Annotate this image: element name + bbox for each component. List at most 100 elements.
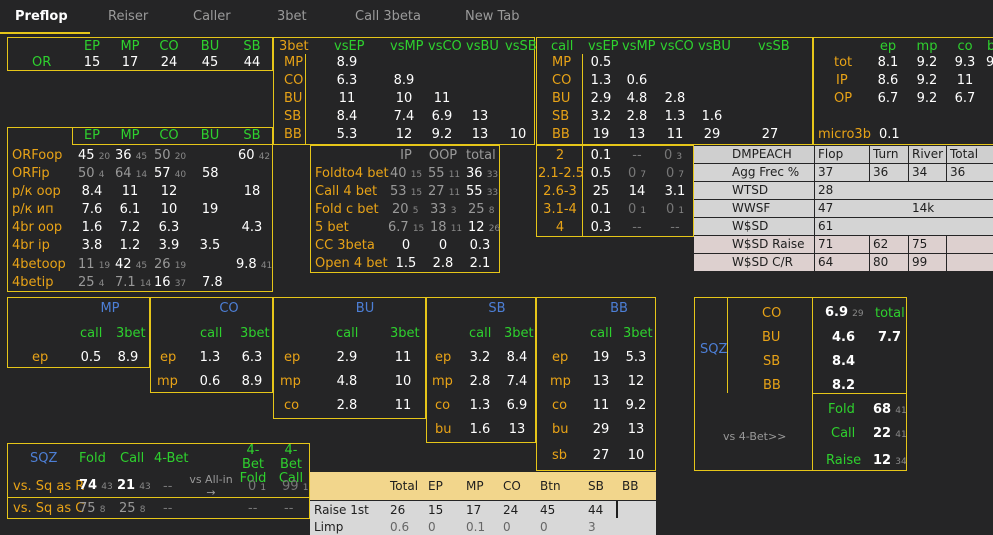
orfoop-cell: 1.6 <box>81 220 103 235</box>
tab-preflop[interactable]: Preflop <box>15 0 68 34</box>
threebet-header-vsmp: vsMP <box>390 39 424 54</box>
tab-new-tab[interactable]: New Tab <box>465 0 520 34</box>
threebet-cell: 6.9 <box>431 109 453 124</box>
sqz-total-value: 7.7 <box>878 330 902 345</box>
dmpeach-row-label: Agg Frec % <box>694 164 814 181</box>
pos-row-label: mp <box>550 374 571 389</box>
orfoop-row-label: ORFoop <box>12 148 63 163</box>
pos-cell: 1.6 <box>469 422 491 437</box>
sizing-sample: 3 <box>676 152 683 162</box>
dmpeach-cell: 61 <box>815 218 993 235</box>
sqz2-cell: -- <box>284 501 294 516</box>
sqz-call-sample: 41 <box>895 430 907 440</box>
sqz-row-label: BU <box>762 330 781 345</box>
threebet-cell: 8.9 <box>336 55 358 70</box>
tot-cell: 11 <box>956 73 974 88</box>
call-header-label: call <box>551 39 574 54</box>
pos-row-label: ep <box>552 350 569 365</box>
tab-caller[interactable]: Caller <box>193 0 231 34</box>
pos-cell: 2.9 <box>336 350 358 365</box>
pos-cell: 4.8 <box>336 374 358 389</box>
orfoop-sample: 14 <box>139 279 152 289</box>
tot-row-label: OP <box>834 91 853 106</box>
tot-header-co: co <box>957 39 973 54</box>
orfoop-cell: 3.5 <box>199 238 221 253</box>
fold4-row-label: Call 4 bet <box>315 184 378 199</box>
pos-cell: 8.4 <box>506 350 528 365</box>
micro3b-label: micro3b <box>818 127 871 142</box>
orfoop-header: MP <box>120 128 140 143</box>
orfoop-row-label: ORFip <box>12 166 50 181</box>
sizing-label: 3.1-4 <box>543 202 577 217</box>
pos-cell: 12 <box>627 374 645 389</box>
fold4-cell: 27 <box>428 184 445 199</box>
sizing-cell: 0 <box>628 202 637 217</box>
sqz2-cell: -- <box>163 501 173 516</box>
pos-cell: 1.3 <box>469 398 491 413</box>
tot-cell: 8.6 <box>877 73 899 88</box>
fold4-cell: 0 <box>438 238 448 253</box>
dmpeach-cell: 47 14k <box>815 200 993 217</box>
orfoop-cell: 8.4 <box>81 184 103 199</box>
sqz-row-label: CO <box>762 306 782 321</box>
pos-cell: 13 <box>627 422 645 437</box>
fold4-cell: 6.7 <box>388 220 409 235</box>
sqz-fold-value: 68 <box>873 402 892 417</box>
pos-row-label: ep <box>160 350 177 365</box>
pos-panel-edge <box>150 368 151 393</box>
fold4-cell: 55 <box>428 166 445 181</box>
threebet-cell: 9.2 <box>431 127 453 142</box>
orfoop-header: BU <box>200 128 220 143</box>
raise-cell: 15 <box>428 503 444 517</box>
orfoop-cell: 26 <box>154 257 171 272</box>
sqz2-header-call: Call <box>120 451 145 466</box>
dmpeach-cell: 34 <box>909 164 946 181</box>
sizing-cell: 0.3 <box>590 220 612 235</box>
call-cell: 4.8 <box>626 91 648 106</box>
tot-cell: 9 <box>986 55 993 70</box>
dmpeach-cell <box>947 236 993 253</box>
call-cell: 1.6 <box>701 109 723 124</box>
tot-row-label: tot <box>834 55 853 70</box>
active-tab-indicator <box>0 32 90 34</box>
dmpeach-cell: 71 <box>815 236 869 253</box>
tab-3bet[interactable]: 3bet <box>277 0 307 34</box>
orfoop-cell: 11 <box>78 257 95 272</box>
call-cell: 0.6 <box>626 73 648 88</box>
fold4-sample: 11 <box>450 224 463 234</box>
raise-cell: 0.6 <box>390 520 410 534</box>
pos-panel-title: MP <box>100 301 120 316</box>
threebet-cell: 10 <box>395 91 413 106</box>
or-value-ep: 15 <box>83 55 101 70</box>
tab-reiser[interactable]: Reiser <box>108 0 148 34</box>
call-cell: 1.3 <box>590 73 612 88</box>
orfoop-cell: 50 <box>154 148 171 163</box>
fold4-sample: 33 <box>486 188 499 198</box>
sqz2-cell: 0 <box>248 479 257 494</box>
sqz-vs4bet-link[interactable]: vs 4-Bet>> <box>723 429 786 445</box>
tab-call-3beta[interactable]: Call 3beta <box>355 0 421 34</box>
pos-cell: 3.2 <box>469 350 491 365</box>
tot-cell: 9.2 <box>916 55 938 70</box>
orfoop-cell: 1.2 <box>119 238 141 253</box>
fold4-sample: 5 <box>412 206 419 216</box>
dmpeach-header-river: River <box>909 146 946 163</box>
orfoop-sample: 37 <box>174 279 187 289</box>
fold4-sample: 15 <box>412 224 425 234</box>
orfoop-sample: 19 <box>98 261 111 271</box>
call-cell: 3.2 <box>590 109 612 124</box>
call-cell: 2.8 <box>626 109 648 124</box>
pos-panel-title: CO <box>219 301 239 316</box>
pos-panel-title: BB <box>610 301 628 316</box>
sqz2-sample: 1 <box>260 483 267 493</box>
call-cell: 19 <box>592 127 610 142</box>
fold4-header-total: total <box>466 148 496 163</box>
call-row-label: BB <box>552 127 570 142</box>
call-row-label: CO <box>552 73 572 88</box>
orfoop-cell: 42 <box>115 257 132 272</box>
pos-row-label: co <box>435 398 451 413</box>
raise-cell: 24 <box>503 503 519 517</box>
threebet-row-label: CO <box>284 73 304 88</box>
sizing-cell: 25 <box>592 184 610 199</box>
sizing-cell: 0 <box>666 202 675 217</box>
